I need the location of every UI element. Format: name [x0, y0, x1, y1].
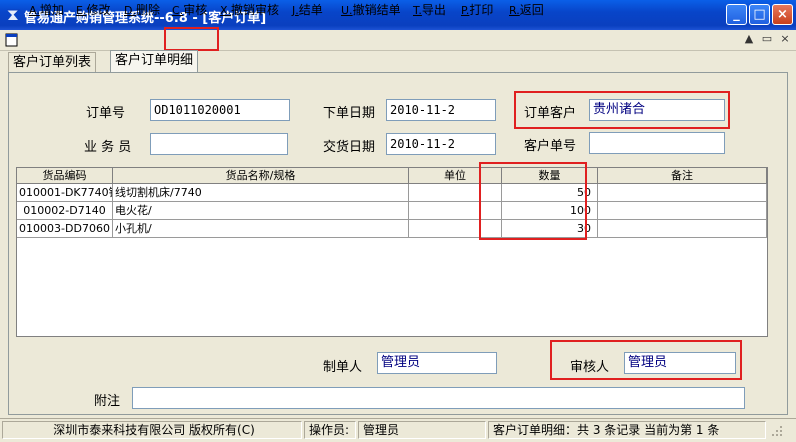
order-no-label: 订单号: [86, 106, 126, 121]
salesman-field[interactable]: [150, 133, 288, 155]
row1-name[interactable]: 线切割机床/7740: [113, 184, 409, 202]
col-header-code[interactable]: 货品编码: [17, 168, 113, 184]
document-icon: [5, 33, 18, 47]
menu-cancel-close[interactable]: U.撤销结单: [341, 2, 401, 18]
row3-name[interactable]: 小孔机/: [113, 220, 409, 238]
mdi-scroll-icon[interactable]: ▲: [742, 33, 756, 46]
delivery-date-label: 交货日期: [323, 140, 376, 155]
order-date-field[interactable]: 2010-11-2: [386, 99, 496, 121]
menu-print[interactable]: P.打印: [461, 2, 493, 18]
col-header-note[interactable]: 备注: [598, 168, 767, 184]
customer-no-field[interactable]: [589, 132, 725, 154]
qty-highlight: [479, 162, 587, 240]
customer-label: 订单客户: [524, 106, 577, 121]
status-record-info: 客户订单明细：共 3 条记录 当前为第 1 条: [488, 421, 766, 439]
delivery-date-field[interactable]: 2010-11-2: [386, 133, 496, 155]
row2-note[interactable]: [598, 202, 767, 220]
note-field[interactable]: [132, 387, 745, 409]
app-icon: [7, 9, 21, 20]
menu-delete[interactable]: D.删除: [124, 2, 160, 18]
close-button[interactable]: ×: [772, 4, 793, 25]
col-header-name[interactable]: 货品名称/规格: [113, 168, 409, 184]
row2-code[interactable]: 010002-D7140: [17, 202, 113, 220]
note-label: 附注: [94, 394, 121, 409]
order-date-label: 下单日期: [323, 106, 376, 121]
menu-bar: [0, 30, 796, 51]
menu-export[interactable]: T.导出: [413, 2, 446, 18]
row2-name[interactable]: 电火花/: [113, 202, 409, 220]
menu-cancel-review[interactable]: X.撤销审核: [220, 2, 279, 18]
order-no-field[interactable]: OD1011020001: [150, 99, 290, 121]
menu-review[interactable]: C.审核: [172, 2, 207, 18]
customer-no-label: 客户单号: [524, 139, 577, 154]
row1-note[interactable]: [598, 184, 767, 202]
customer-field[interactable]: 贵州诸合: [589, 99, 725, 121]
menu-edit[interactable]: E.修改: [76, 2, 110, 18]
menu-add[interactable]: A.增加: [29, 2, 64, 18]
tab-order-list[interactable]: 客户订单列表: [8, 52, 97, 73]
menu-close-order[interactable]: J.结单: [292, 2, 323, 18]
row3-note[interactable]: [598, 220, 767, 238]
menu-return[interactable]: R.返回: [509, 2, 544, 18]
reviewer-field[interactable]: 管理员: [624, 352, 736, 374]
review-highlight: [164, 27, 219, 51]
maximize-button[interactable]: □: [749, 4, 770, 25]
mdi-restore-icon[interactable]: ▭: [760, 33, 774, 46]
maker-field[interactable]: 管理员: [377, 352, 497, 374]
row1-code[interactable]: 010001-DK7740锥: [17, 184, 113, 202]
order-detail-grid[interactable]: 货品编码 货品名称/规格 单位 数量 备注 010001-DK7740锥 线切割…: [16, 167, 768, 337]
status-operator: 管理员: [358, 421, 486, 439]
salesman-label: 业 务 员: [84, 140, 132, 155]
maker-label: 制单人: [323, 360, 363, 375]
resize-grip-icon[interactable]: [770, 424, 784, 438]
reviewer-label: 审核人: [570, 360, 610, 375]
status-company: 深圳市泰来科技有限公司 版权所有(C): [2, 421, 302, 439]
status-operator-label: 操作员:: [304, 421, 356, 439]
row3-code[interactable]: 010003-DD7060: [17, 220, 113, 238]
mdi-close-icon[interactable]: ×: [778, 33, 792, 46]
minimize-button[interactable]: _: [726, 4, 747, 25]
tab-order-detail[interactable]: 客户订单明细: [110, 50, 199, 73]
